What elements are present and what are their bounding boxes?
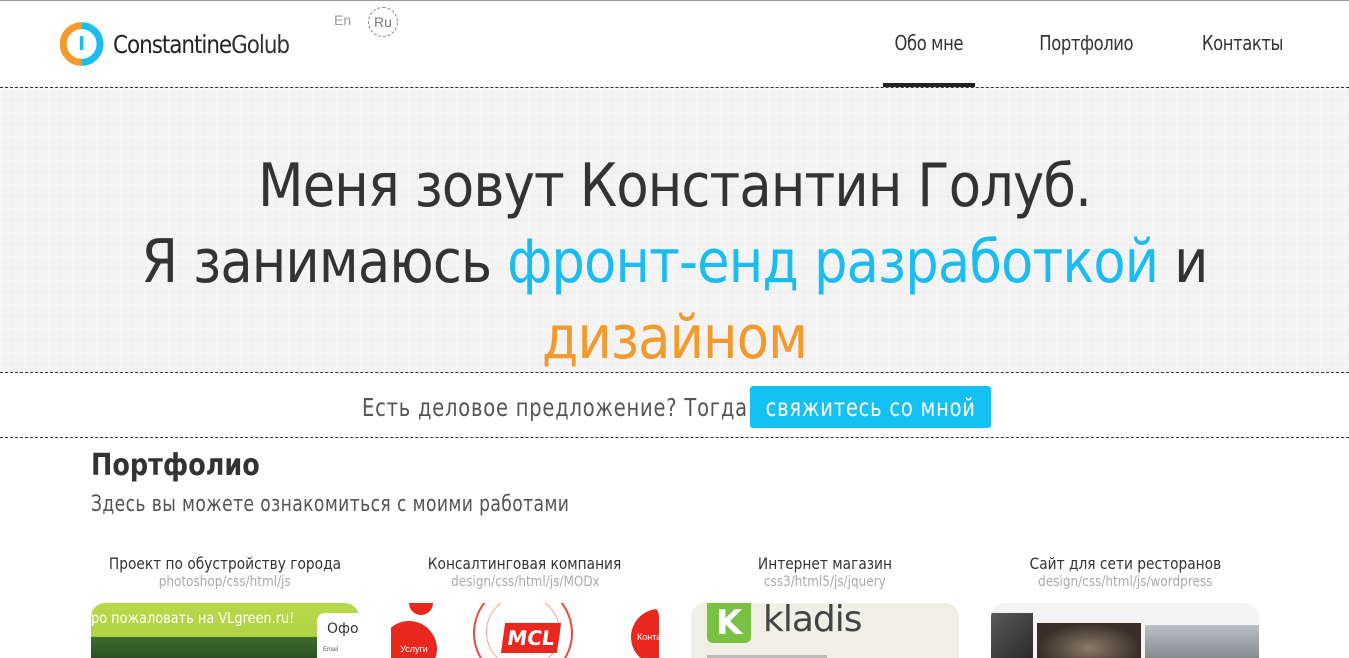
portfolio-card-tags-text: design/css/html/js/wordpress: [1037, 574, 1213, 590]
portfolio-card-restaurants[interactable]: Сайт для сети ресторанов design/css/html…: [991, 554, 1259, 658]
portfolio-card-title-text: Сайт для сети ресторанов: [1029, 554, 1221, 573]
nav-portfolio[interactable]: Портфолио: [1029, 1, 1139, 87]
thumb-kladis-logo-icon: K: [707, 603, 751, 643]
thumb-services-bubble: Услуги: [391, 621, 437, 658]
thumb-photo-street: [1145, 625, 1259, 658]
hero-section: Меня зовут Константин Голуб. Я занимаюсь…: [0, 87, 1349, 373]
portfolio-card-city[interactable]: Проект по обустройству города photoshop/…: [91, 554, 359, 658]
nav-about[interactable]: Обо мне: [883, 1, 975, 87]
hero-heading: Меня зовут Константин Голуб. Я занимаюсь…: [0, 148, 1349, 376]
thumb-banner-text: ро пожаловать на VLgreen.ru!: [91, 609, 295, 627]
portfolio-card-title-text: Интернет магазин: [757, 554, 893, 573]
thumb-red-dot: [409, 603, 433, 615]
site-header: ConstantineGolub En Ru Обо мне Портфолио…: [0, 1, 1349, 87]
cta-row: Есть деловое предложение? Тогда свяжитес…: [362, 386, 992, 428]
portfolio-subtitle: Здесь вы можете ознакомиться с моими раб…: [91, 492, 570, 517]
nav-about-label: Обо мне: [894, 31, 964, 55]
portfolio-card-tags-text: design/css/html/js/MODx: [450, 574, 600, 590]
hero-design-highlight: дизайном: [541, 303, 808, 373]
portfolio-card-tags: photoshop/css/html/js: [61, 574, 389, 590]
thumb-mcl-logo: MCL: [500, 623, 562, 653]
portfolio-card-title-text: Консалтинговая компания: [428, 554, 622, 573]
portfolio-card-tags: design/css/html/js/wordpress: [961, 574, 1289, 590]
site-logo[interactable]: ConstantineGolub: [58, 17, 318, 71]
portfolio-card-title: Интернет магазин: [661, 554, 989, 573]
thumb-photo-food: [1037, 623, 1141, 658]
nav-portfolio-label: Портфолио: [1039, 31, 1134, 55]
lang-ru-link[interactable]: Ru: [368, 7, 398, 37]
thumb-form-panel: Офор Email: [317, 613, 359, 658]
portfolio-card-consulting[interactable]: Консалтинговая компания design/css/html/…: [391, 554, 659, 658]
thumb-form-title: Офор: [327, 621, 359, 637]
logo-ring-icon: [59, 22, 104, 66]
main-nav: Обо мне Портфолио Контакты: [883, 1, 1289, 87]
thumb-form-email: Email: [323, 647, 339, 653]
logo-text: ConstantineGolub: [113, 29, 290, 59]
portfolio-thumbnail[interactable]: [991, 603, 1259, 658]
thumb-trees-image: [91, 637, 317, 658]
thumb-contacts-bubble: Конта: [631, 609, 659, 658]
portfolio-card-tags: css3/html5/js/jquery: [661, 574, 989, 590]
portfolio-card-shop[interactable]: Интернет магазин css3/html5/js/jquery K …: [691, 554, 959, 658]
nav-contacts-label: Контакты: [1201, 31, 1284, 55]
hero-line-2-start: Я занимаюсь: [141, 227, 508, 297]
contact-me-button-label: свяжитесь со мной: [765, 392, 976, 422]
portfolio-card-tags-text: photoshop/css/html/js: [158, 574, 292, 590]
portfolio-thumbnail[interactable]: ро пожаловать на VLgreen.ru! Офор Email: [91, 603, 359, 658]
nav-contacts[interactable]: Контакты: [1193, 1, 1289, 87]
hero-line-2-end: и: [1158, 227, 1208, 297]
portfolio-card-title-text: Проект по обустройству города: [108, 554, 342, 573]
portfolio-card-title: Консалтинговая компания: [361, 554, 689, 573]
portfolio-card-tags-text: css3/html5/js/jquery: [764, 574, 886, 590]
portfolio-thumbnail[interactable]: K kladis: [691, 603, 959, 658]
thumb-photo-interior: [991, 613, 1033, 658]
hero-line-2: Я занимаюсь фронт-енд разработкой и: [81, 224, 1268, 300]
logo-text-light: Golub: [231, 29, 290, 59]
thumb-kladis-name: kladis: [763, 603, 863, 640]
portfolio-thumbnail[interactable]: Услуги Конта MCL: [391, 603, 659, 658]
hero-frontend-highlight: фронт-енд разработкой: [507, 227, 1159, 297]
portfolio-title: Портфолио: [91, 448, 260, 483]
portfolio-card-tags: design/css/html/js/MODx: [361, 574, 689, 590]
cta-section: Есть деловое предложение? Тогда свяжитес…: [0, 374, 1349, 438]
logo-text-bold: Constantine: [113, 29, 232, 59]
portfolio-card-title: Проект по обустройству города: [61, 554, 389, 573]
contact-me-button[interactable]: свяжитесь со мной: [750, 386, 992, 428]
cta-text: Есть деловое предложение? Тогда: [362, 392, 748, 422]
hero-line-1: Меня зовут Константин Голуб.: [258, 151, 1092, 221]
lang-en-link[interactable]: En: [334, 12, 351, 28]
portfolio-card-title: Сайт для сети ресторанов: [961, 554, 1289, 573]
